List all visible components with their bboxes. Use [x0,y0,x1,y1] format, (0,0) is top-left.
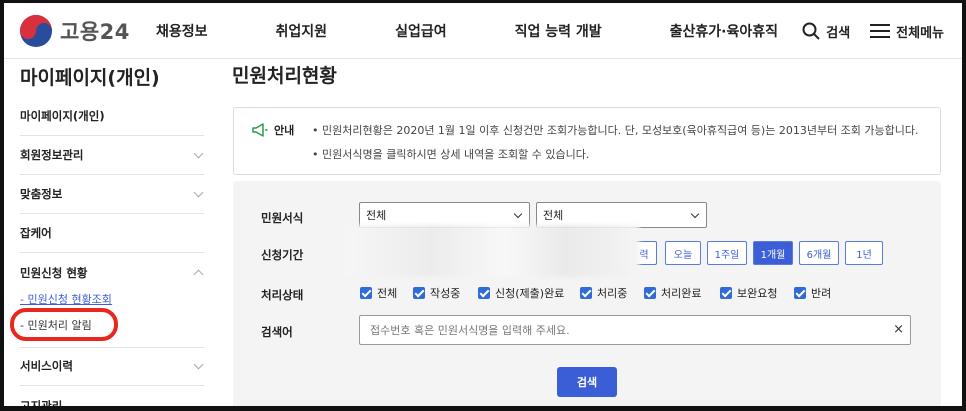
checkbox-checked-icon [644,287,656,299]
sidebar-item-label: 맞춤정보 [20,187,63,201]
nav-job-info[interactable]: 채용정보 [156,21,208,41]
checkbox-checked-icon [478,287,490,299]
page-title: 민원처리현황 [232,65,337,87]
sidebar-menu-lower: 서비스이력 고지관리 [20,347,204,406]
checkbox-checked-icon [720,287,732,299]
checkbox-label: 처리완료 [661,287,702,300]
status-label: 처리상태 [261,288,304,302]
chevron-up-icon [193,269,204,280]
period-button-today[interactable]: 오늘 [665,241,701,265]
status-checkbox-all[interactable]: 전체 [360,285,397,301]
sidebar-menu: 마이페이지(개인) 회원정보관리 맞춤정보 잡케어 민원신청 현황 [20,97,204,292]
checkbox-label: 전체 [377,287,398,300]
checkbox-label: 보완요청 [737,287,778,300]
all-menu-button[interactable]: 전체메뉴 [870,22,944,41]
sidebar-item-label: 고지관리 [20,398,63,407]
status-checkbox-processing[interactable]: 처리중 [580,285,627,301]
nav-unemployment-benefit[interactable]: 실업급여 [395,21,447,41]
sidebar-item-label: 잡케어 [20,226,52,240]
status-checkbox-rejected[interactable]: 반려 [794,285,831,301]
select-value: 전체 [543,209,564,222]
red-highlight-circle [10,308,118,341]
notice-box: 안내 • 민원처리현황은 2020년 1월 1일 이후 신청건만 조회가능합니다… [233,107,941,175]
site-header: 고용24 채용정보 취업지원 실업급여 직업 능력 개발 출산휴가·육아휴직 검… [4,3,962,59]
chevron-down-icon [690,209,700,219]
sidebar-item-label: 서비스이력 [20,359,73,373]
checkbox-label: 처리중 [597,287,628,300]
sidebar-item-label: 회원정보관리 [20,148,84,162]
search-button[interactable]: 검색 [557,367,617,397]
period-label: 신청기간 [261,248,304,262]
search-icon [802,22,820,40]
page-frame: 고용24 채용정보 취업지원 실업급여 직업 능력 개발 출산휴가·육아휴직 검… [4,3,962,406]
chevron-down-icon [193,359,204,369]
checkbox-label: 작성중 [430,287,461,300]
status-checkbox-drafting[interactable]: 작성중 [413,285,460,301]
sidebar-sub-label: 민원신청 현황조회 [27,293,112,306]
checkbox-checked-icon [794,287,806,299]
keyword-input[interactable]: 접수번호 혹은 민원서식명을 입력해 주세요. × [359,315,911,345]
keyword-placeholder: 접수번호 혹은 민원서식명을 입력해 주세요. [370,324,570,337]
blurred-date-range [343,225,639,277]
checkbox-label: 신청(제출)완료 [495,287,565,300]
checkbox-checked-icon [413,287,425,299]
sidebar-item-service-history[interactable]: 서비스이력 [20,347,204,386]
chevron-down-icon [193,187,204,197]
header-utilities: 검색 전체메뉴 [782,3,944,59]
status-checkbox-completed[interactable]: 처리완료 [644,285,701,301]
nav-vocational-training[interactable]: 직업 능력 개발 [515,21,602,41]
checkbox-label: 반려 [811,287,832,300]
status-checkbox-supplement[interactable]: 보완요청 [720,285,777,301]
site-logo[interactable]: 고용24 [20,15,130,47]
sidebar-item-member-info[interactable]: 회원정보관리 [20,136,204,175]
period-button-1week[interactable]: 1주일 [707,241,747,265]
chevron-down-icon [193,148,204,158]
period-button-1year[interactable]: 1년 [845,241,883,265]
chevron-down-icon [513,209,523,219]
select-value: 전체 [366,209,387,222]
period-button-1month[interactable]: 1개월 [753,241,793,265]
notice-line: • 민원처리현황은 2020년 1월 1일 이후 신청건만 조회가능합니다. 단… [312,124,919,137]
sidebar-item-mypage[interactable]: 마이페이지(개인) [20,97,204,136]
nav-parental-leave[interactable]: 출산휴가·육아휴직 [670,21,778,41]
logo-text: 고용24 [60,20,130,44]
hamburger-icon [870,24,891,38]
sidebar-sub-application-inquiry[interactable]: - 민원신청 현황조회 [20,291,204,307]
notice-line: • 민원서식명을 클릭하시면 상세 내역을 조회할 수 있습니다. [312,148,590,161]
clear-icon[interactable]: × [893,322,904,337]
period-button-6months[interactable]: 6개월 [799,241,839,265]
keyword-label: 검색어 [261,325,293,339]
notice-label: 안내 [274,124,295,137]
taegeuk-logo-icon [20,15,52,47]
sidebar-item-notice-management[interactable]: 고지관리 [20,386,204,407]
sidebar-item-label: 마이페이지(개인) [20,109,105,123]
notice-header: 안내 [252,122,294,138]
sidebar-item-application-status[interactable]: 민원신청 현황 [20,253,204,292]
checkbox-checked-icon [360,287,372,299]
sidebar-item-jobcare[interactable]: 잡케어 [20,214,204,253]
checkbox-checked-icon [580,287,592,299]
search-panel: 민원서식 전체 전체 신청기간 력 오늘 1주일 1개월 6개월 1년 처리상태… [233,181,941,406]
all-menu-label: 전체메뉴 [896,25,944,41]
header-search-label: 검색 [826,25,851,41]
sidebar-item-custom-info[interactable]: 맞춤정보 [20,175,204,214]
sidebar-item-label: 민원신청 현황 [20,265,88,280]
sidebar-title: 마이페이지(개인) [20,67,160,89]
header-search-button[interactable]: 검색 [802,22,850,41]
status-checkbox-submitted[interactable]: 신청(제출)완료 [478,285,564,301]
nav-employment-support[interactable]: 취업지원 [276,21,328,41]
form-type-label: 민원서식 [261,211,304,225]
megaphone-icon [252,123,268,137]
main-nav: 채용정보 취업지원 실업급여 직업 능력 개발 출산휴가·육아휴직 [156,3,778,59]
